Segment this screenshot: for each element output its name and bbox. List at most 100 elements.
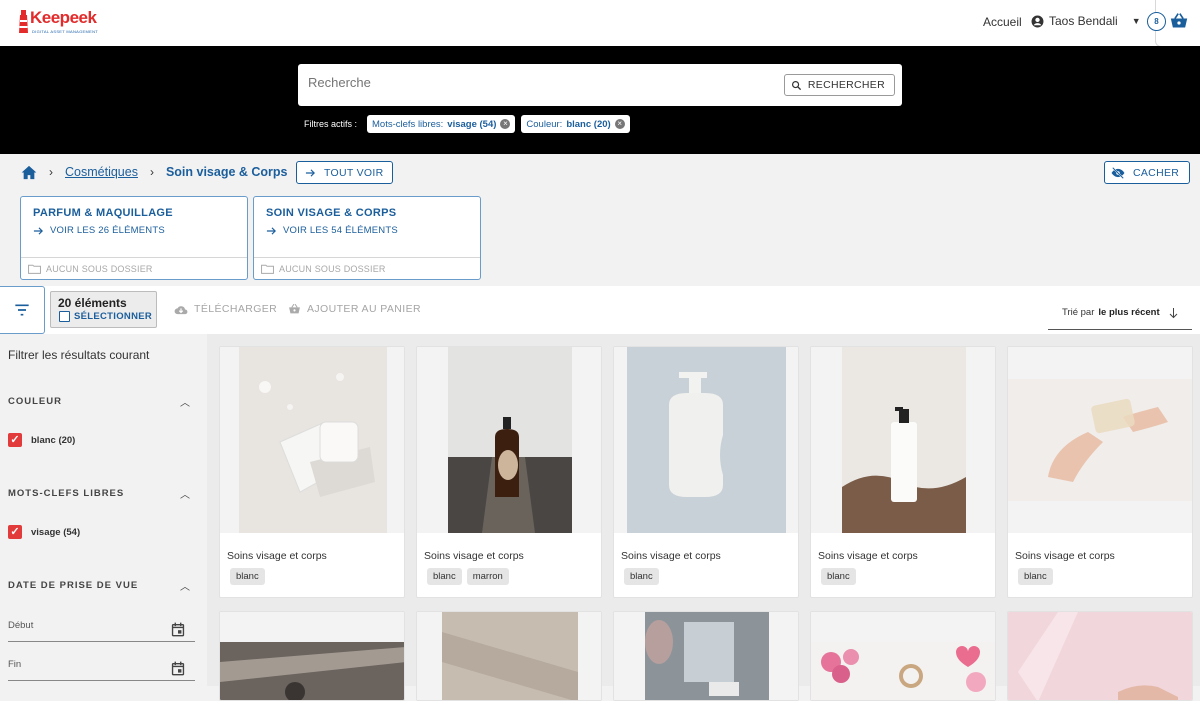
asset-thumbnail[interactable] [811,347,995,533]
folder-link-label: VOIR LES 54 ÉLÉMENTS [283,225,398,236]
chip-key: Mots-clefs libres: [372,118,444,130]
user-name: Taos Bendali [1049,14,1118,28]
folder-title: PARFUM & MAQUILLAGE [33,207,173,219]
asset-tag[interactable]: blanc [624,568,659,585]
breadcrumb-current: Soin visage & Corps [165,165,288,179]
chevron-up-icon[interactable]: ︿ [180,394,190,409]
select-all-button[interactable]: SÉLECTIONNER [59,311,152,322]
asset-thumbnail[interactable] [811,612,996,701]
asset-thumbnail[interactable] [614,612,799,701]
download-button[interactable]: TÉLÉCHARGER [174,303,277,315]
asset-tag[interactable]: marron [466,568,509,585]
chevron-right-icon: › [49,165,53,179]
sort-dropdown[interactable]: Trié par le plus récent [1048,296,1192,330]
checkbox-empty-icon [59,311,70,322]
section-couleur-title[interactable]: COULEUR [8,396,62,407]
date-end-field[interactable]: Fin [8,653,195,681]
arrow-right-icon [33,226,43,235]
basket-icon [289,303,300,314]
folder-see-items-link[interactable]: VOIR LES 26 ÉLÉMENTS [33,225,165,236]
active-filters-label: Filtres actifs : [304,119,358,129]
remove-filter-icon[interactable]: × [500,119,511,129]
asset-card[interactable] [810,611,996,701]
asset-card[interactable]: Soins visage et corps blanc [810,346,996,598]
asset-thumbnail[interactable] [614,347,798,533]
breadcrumb: › Cosmétiques › Soin visage & Corps [21,162,288,182]
asset-title: Soins visage et corps [424,550,524,562]
asset-tag[interactable]: blanc [821,568,856,585]
asset-thumbnail[interactable] [1008,612,1193,701]
calendar-icon[interactable] [171,661,185,676]
search-box: RECHERCHE R [298,64,902,106]
chip-key: Couleur: [526,118,563,130]
asset-tag[interactable]: blanc [230,568,265,585]
asset-tag[interactable]: blanc [427,568,462,585]
search-band: RECHERCHER Filtres actifs : Mots-clefs l… [0,46,1200,154]
home-icon[interactable] [21,165,37,180]
results-count-box: 20 éléments SÉLECTIONNER [50,291,157,328]
sort-prefix: Trié par [1062,307,1095,318]
asset-card[interactable] [219,611,405,701]
date-end-label: Fin [8,659,22,670]
account-circle-icon [1031,15,1044,27]
asset-tag[interactable]: blanc [1018,568,1053,585]
asset-title: Soins visage et corps [227,550,327,562]
filter-option-label: blanc (20) [31,434,76,446]
folder-card-soin[interactable]: SOIN VISAGE & CORPS VOIR LES 54 ÉLÉMENTS… [253,196,481,280]
asset-card[interactable] [1007,611,1193,701]
calendar-icon[interactable] [171,622,185,637]
asset-thumbnail[interactable] [220,347,404,533]
folder-icon [28,264,41,274]
date-start-field[interactable]: Début [8,614,195,642]
folder-see-items-link[interactable]: VOIR LES 54 ÉLÉMENTS [266,225,398,236]
filter-option-blanc[interactable]: ✓ blanc (20) [8,433,75,447]
hide-label: CACHER [1133,166,1180,179]
filter-option-visage[interactable]: ✓ visage (54) [8,525,80,539]
user-menu[interactable]: Taos Bendali ▼ [1031,14,1141,28]
chevron-up-icon[interactable]: ︿ [180,578,190,593]
sort-value: le plus récent [1098,307,1160,318]
asset-thumbnail[interactable] [417,612,602,701]
see-all-button[interactable]: TOUT VOIR [296,161,393,184]
section-date-title[interactable]: DATE DE PRISE DE VUE [8,580,138,591]
basket-icon[interactable] [1169,12,1189,30]
arrow-right-icon [305,168,315,177]
asset-thumbnail[interactable] [417,347,601,533]
filter-chip-color[interactable]: Couleur: blanc (20) × [521,115,630,133]
arrow-down-icon [1169,307,1177,318]
asset-thumbnail[interactable] [1008,347,1192,533]
search-button[interactable]: RECHERCHER [783,74,895,96]
folder-footer: AUCUN SOUS DOSSIER [254,257,480,280]
folder-title: SOIN VISAGE & CORPS [266,207,397,219]
nav-home-link[interactable]: Accueil [983,15,1022,29]
asset-card[interactable] [416,611,602,701]
asset-card[interactable]: Soins visage et corps blanc [1007,346,1193,598]
chip-value: blanc (20) [566,118,611,130]
breadcrumb-cosmetiques[interactable]: Cosmétiques [65,165,138,179]
logo-tagline: DIGITAL ASSET MANAGEMENT [32,29,99,34]
asset-thumbnail[interactable] [220,612,405,701]
section-keywords-title[interactable]: MOTS-CLEFS LIBRES [8,488,124,499]
asset-card[interactable] [613,611,799,701]
filter-panel-toggle[interactable] [0,286,45,334]
asset-card[interactable]: Soins visage et corps blanc [613,346,799,598]
asset-tags: blanc [1018,568,1053,585]
filter-chip-keywords[interactable]: Mots-clefs libres: visage (54) × [367,115,516,133]
caret-down-icon: ▼ [1131,16,1141,26]
arrow-right-icon [266,226,276,235]
results-count: 20 éléments [58,296,127,310]
top-header: Keepeek DIGITAL ASSET MANAGEMENT Accueil… [0,0,1200,47]
asset-card[interactable]: Soins visage et corps blanc [219,346,405,598]
hide-button[interactable]: CACHER [1104,161,1191,184]
search-input[interactable] [308,75,768,90]
folder-card-parfum[interactable]: PARFUM & MAQUILLAGE VOIR LES 26 ÉLÉMENTS… [20,196,248,280]
folder-icon [261,264,274,274]
add-to-cart-button[interactable]: AJOUTER AU PANIER [288,303,421,315]
asset-card[interactable]: Soins visage et corps blanc marron [416,346,602,598]
chevron-up-icon[interactable]: ︿ [180,486,190,501]
filter-option-label: visage (54) [31,526,81,538]
download-label: TÉLÉCHARGER [194,303,278,315]
checkbox-checked-icon: ✓ [8,433,22,447]
remove-filter-icon[interactable]: × [614,119,625,129]
keepeek-logo[interactable]: Keepeek DIGITAL ASSET MANAGEMENT [18,6,98,38]
